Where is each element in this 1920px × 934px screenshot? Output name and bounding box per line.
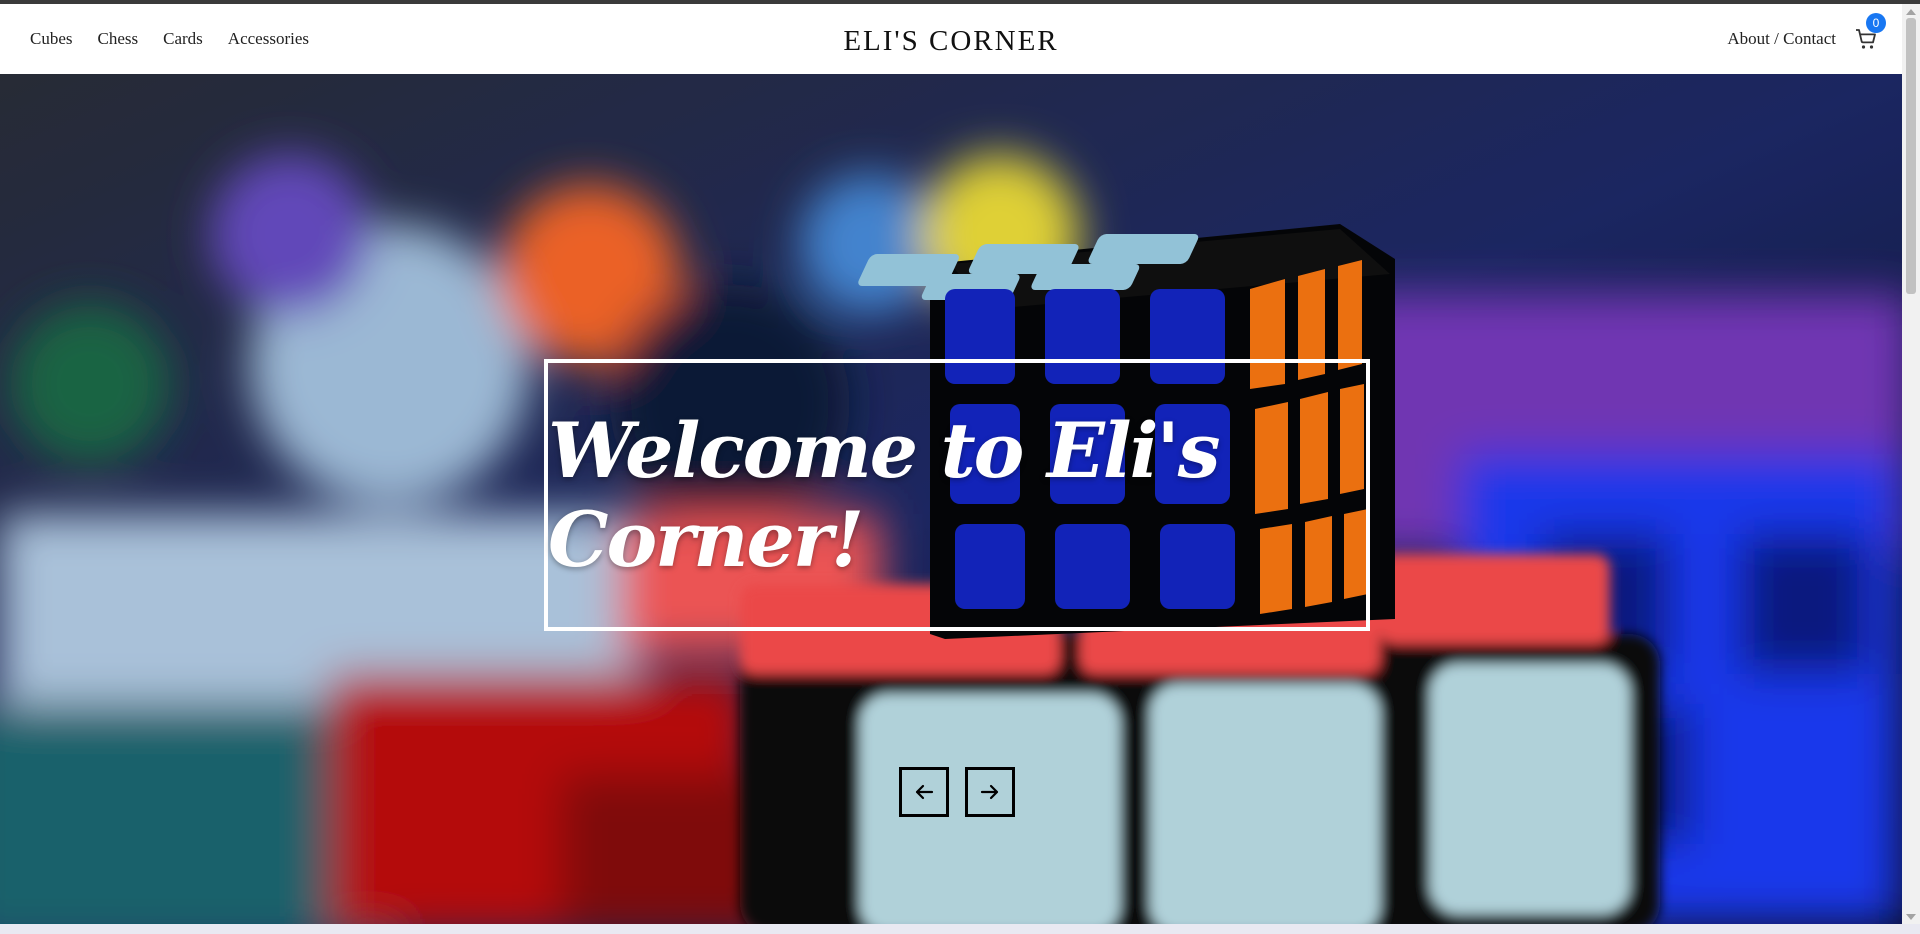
site-header: Cubes Chess Cards Accessories ELI'S CORN… bbox=[0, 4, 1902, 74]
site-logo-title[interactable]: ELI'S CORNER bbox=[0, 4, 1902, 74]
hero-banner: Welcome to Eli's Corner! bbox=[0, 74, 1902, 924]
carousel-prev-button[interactable] bbox=[899, 767, 949, 817]
carousel-next-button[interactable] bbox=[965, 767, 1015, 817]
browser-bottom-strip bbox=[0, 924, 1920, 934]
arrow-left-icon bbox=[915, 784, 934, 800]
about-contact-link[interactable]: About / Contact bbox=[1727, 29, 1836, 49]
scroll-up-arrow-icon[interactable] bbox=[1906, 9, 1916, 15]
hero-title: Welcome to Eli's Corner! bbox=[548, 406, 1221, 584]
scroll-thumb[interactable] bbox=[1906, 18, 1916, 294]
cart-button[interactable]: 0 bbox=[1854, 13, 1886, 51]
scroll-down-arrow-icon[interactable] bbox=[1906, 914, 1916, 920]
arrow-right-icon bbox=[980, 784, 999, 800]
page-scrollbar[interactable] bbox=[1902, 4, 1920, 924]
cart-count-badge: 0 bbox=[1866, 13, 1886, 33]
right-nav: About / Contact 0 bbox=[1727, 4, 1886, 74]
welcome-frame: Welcome to Eli's Corner! bbox=[544, 359, 1370, 631]
